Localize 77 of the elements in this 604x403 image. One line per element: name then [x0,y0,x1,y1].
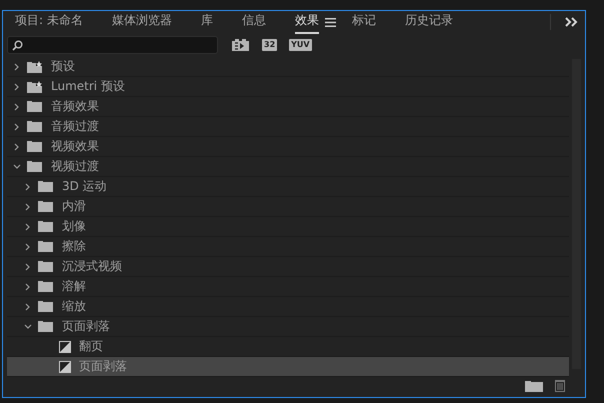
chevron-icon[interactable] [13,62,21,70]
folder-icon [38,301,53,312]
chevron-icon[interactable] [24,202,32,210]
chevron-icon[interactable] [13,122,21,130]
folder-icon [27,161,42,172]
panel-tab[interactable]: 库 [200,10,213,34]
tree-label: 视频过渡 [51,158,99,175]
search-icon [12,40,23,50]
chevron-icon[interactable] [24,302,32,310]
transition-icon [59,360,71,372]
folder-icon [38,201,53,212]
tree-row[interactable]: Lumetri 预设 [7,77,569,97]
folder-icon [38,321,53,332]
accelerated-effects-icon[interactable] [232,39,249,51]
panel-tab[interactable]: 标记 [352,10,376,34]
folder-icon [38,281,53,292]
chevron-icon[interactable] [24,322,32,330]
tree-row[interactable]: 缩放 [7,297,569,317]
chevron-icon[interactable] [24,182,32,190]
folder-icon [27,121,42,132]
tree-label: 沉浸式视频 [62,258,122,275]
folder-icon [38,221,53,232]
folder-icon [38,241,53,252]
filter-badge[interactable]: YUV [289,39,312,51]
tree-row[interactable]: 预设 [7,57,569,77]
tree-label: 音频效果 [51,98,99,115]
transition-icon [59,340,71,352]
folder-icon [27,101,42,112]
tree-label: Lumetri 预设 [51,78,125,95]
chevron-icon[interactable] [24,282,32,290]
tree-label: 视频效果 [51,138,99,155]
tree-row[interactable]: 擦除 [7,237,569,257]
tree-row[interactable]: 视频效果 [7,137,569,157]
folder-icon [38,261,53,272]
tree-label: 页面剥落 [79,358,127,375]
panel-tab[interactable]: 效果 [294,10,319,34]
new-bin-icon[interactable] [525,380,543,392]
search-field[interactable] [7,36,218,54]
tree-row[interactable]: 3D 运动 [7,177,569,197]
chevron-icon[interactable] [13,82,21,90]
chevron-icon[interactable] [24,262,32,270]
tree-label: 擦除 [62,238,86,255]
panel-tab[interactable]: 历史记录 [404,10,453,34]
tree-label: 翻页 [79,338,103,355]
tree-label: 页面剥落 [62,318,110,335]
preset-folder-icon [27,80,42,92]
tree-label: 缩放 [62,298,86,315]
tree-label: 内滑 [62,198,86,215]
tree-row[interactable]: 音频效果 [7,97,569,117]
tree-row[interactable]: 内滑 [7,197,569,217]
panel-tab[interactable]: 媒体浏览器 [112,10,172,34]
tree-label: 预设 [51,58,75,75]
tree-row[interactable]: 沉浸式视频 [7,257,569,277]
chevron-icon[interactable] [13,162,21,170]
preset-folder-icon [27,60,42,72]
tree-row[interactable]: 视频过渡 [7,157,569,177]
chevron-icon[interactable] [24,242,32,250]
filter-badge[interactable]: 32 [262,39,278,51]
tree-label: 音频过渡 [51,118,99,135]
tree-label: 3D 运动 [62,178,107,195]
panel-tab[interactable]: 项目: 未命名 [15,10,83,34]
overflow-icon[interactable] [565,17,579,27]
tree-row[interactable]: 页面剥落 [7,357,569,377]
chevron-icon[interactable] [24,222,32,230]
folder-icon [38,181,53,192]
tree-row[interactable]: 音频过渡 [7,117,569,137]
folder-icon [27,141,42,152]
tree-row[interactable]: 页面剥落 [7,317,569,337]
tree-row[interactable]: 溶解 [7,277,569,297]
tree-label: 划像 [62,218,86,235]
trash-icon[interactable] [555,380,565,392]
chevron-icon[interactable] [13,102,21,110]
tree-label: 溶解 [62,278,86,295]
panel-tab[interactable]: 信息 [242,10,266,34]
tree-row[interactable]: 划像 [7,217,569,237]
menu-icon[interactable] [324,18,336,26]
chevron-icon[interactable] [13,142,21,150]
